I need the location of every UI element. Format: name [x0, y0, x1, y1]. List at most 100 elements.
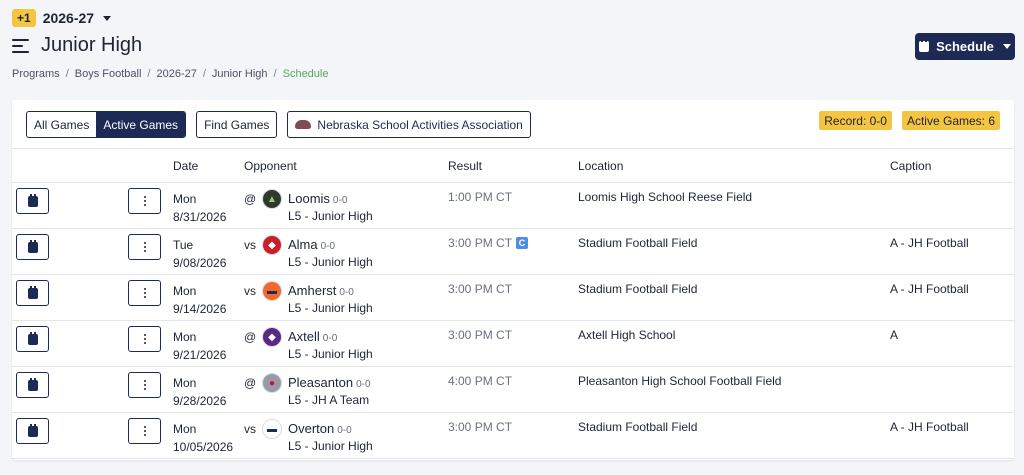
stats: Record: 0-0 Active Games: 6 [819, 111, 1000, 130]
more-options-button[interactable] [128, 188, 161, 214]
home-away-indicator: vs [244, 238, 256, 252]
opponent-level: L5 - Junior High [288, 209, 373, 223]
chevron-down-icon [1002, 44, 1011, 49]
season-label: 2026-27 [42, 10, 95, 26]
game-time: 4:00 PM CT [448, 374, 513, 388]
game-day: Mon [173, 284, 197, 298]
opponent-record: 0-0 [339, 287, 354, 298]
calendar-button[interactable] [16, 234, 49, 260]
more-options-button[interactable] [128, 372, 161, 398]
more-options-button[interactable] [128, 280, 161, 306]
games-filter-toggle: All Games Active Games [26, 111, 187, 138]
calendar-button[interactable] [16, 372, 49, 398]
wolf-logo-icon: ▲ [262, 189, 282, 209]
home-away-indicator: vs [244, 284, 256, 298]
breadcrumb: Programs / Boys Football/ 2026-27/ Junior… [12, 68, 329, 80]
game-location: Axtell High School [578, 328, 676, 342]
opponent-level: L5 - Junior High [288, 301, 373, 315]
schedule-dropdown-button[interactable]: Schedule [915, 33, 1015, 60]
calendar-icon [27, 239, 38, 253]
col-location: Location [578, 148, 890, 183]
page-title: Junior High [41, 34, 143, 56]
calendar-icon [27, 423, 38, 437]
game-location: Stadium Football Field [578, 282, 698, 296]
active-games-button[interactable]: Active Games [96, 112, 186, 137]
table-row: Mon 9/14/2026 vs ▬ Amherst 0-0 L5 - Junior Hig… [12, 274, 1014, 321]
conference-badge: C [516, 237, 529, 249]
game-day: Mon [173, 376, 197, 390]
calendar-icon [919, 39, 930, 52]
opponent-name[interactable]: Loomis [288, 191, 330, 206]
breadcrumb-program[interactable]: Boys Football [75, 68, 142, 80]
game-caption: A - JH Football [890, 420, 969, 434]
season-selector[interactable]: +1 2026-27 [12, 9, 112, 27]
breadcrumb-season[interactable]: 2026-27 [156, 68, 196, 80]
cardinal-logo-icon: ◆ [262, 235, 282, 255]
calendar-icon [27, 377, 38, 391]
table-row: Mon 10/05/2026 vs ▬ Overton 0-0 L5 - Junior Hi… [12, 412, 1014, 459]
breadcrumb-team[interactable]: Junior High [212, 68, 268, 80]
schedule-card: All Games Active Games Find Games Nebras… [12, 100, 1014, 460]
game-date: 8/31/2026 [173, 210, 227, 224]
opponent-level: L5 - Junior High [288, 255, 373, 269]
game-day: Mon [173, 192, 197, 206]
game-date: 9/14/2026 [173, 302, 227, 316]
calendar-button[interactable] [16, 418, 49, 444]
table-row: Mon 9/21/2026 @ ◆ Axtell 0-0 L5 - Junior High 3… [12, 320, 1014, 367]
more-options-button[interactable] [128, 418, 161, 444]
opponent-record: 0-0 [332, 195, 348, 206]
opponent-name[interactable]: Amherst [288, 283, 336, 298]
calendar-icon [27, 285, 38, 299]
all-games-button[interactable]: All Games [27, 112, 96, 137]
col-result: Result [448, 148, 578, 183]
game-time: 3:00 PM CT [448, 420, 513, 434]
game-day: Mon [173, 330, 197, 344]
opponent-name[interactable]: Pleasanton [288, 375, 353, 390]
menu-icon[interactable] [12, 38, 29, 53]
table-row: Tue 9/08/2026 vs ◆ Alma 0-0 L5 - Junior High 3:… [12, 228, 1014, 275]
game-time: 3:00 PM CT [448, 236, 513, 250]
calendar-button[interactable] [16, 188, 49, 214]
wildcat-logo-icon: ◆ [262, 327, 282, 347]
toolbar: All Games Active Games Find Games Nebras… [26, 111, 531, 138]
game-caption: A - JH Football [890, 282, 969, 296]
breadcrumb-programs[interactable]: Programs [12, 68, 60, 80]
kebab-icon [143, 380, 146, 390]
opponent-name[interactable]: Overton [288, 421, 334, 436]
kebab-icon [143, 426, 146, 436]
col-opponent: Opponent [244, 148, 448, 183]
game-day: Mon [173, 422, 197, 436]
calendar-icon [27, 331, 38, 345]
game-location: Stadium Football Field [578, 236, 698, 250]
season-offset-badge: +1 [12, 9, 36, 27]
bulldog-logo-icon: ● [262, 373, 282, 393]
nsaa-logo-icon [295, 120, 312, 129]
game-date: 10/05/2026 [173, 440, 234, 454]
record-badge: Record: 0-0 [819, 111, 892, 130]
game-location: Loomis High School Reese Field [578, 190, 753, 204]
col-caption: Caption [890, 148, 1014, 183]
kebab-icon [143, 242, 146, 252]
opponent-name[interactable]: Alma [288, 237, 318, 252]
games-table: Date Opponent Result Location Caption Mo… [12, 148, 1014, 459]
opponent-record: 0-0 [356, 379, 371, 390]
more-options-button[interactable] [128, 234, 161, 260]
opponent-name[interactable]: Axtell [288, 329, 320, 344]
opponent-record: 0-0 [337, 425, 352, 436]
game-caption: A [890, 328, 899, 342]
game-time: 3:00 PM CT [448, 282, 513, 296]
calendar-button[interactable] [16, 280, 49, 306]
calendar-button[interactable] [16, 326, 49, 352]
game-caption: A - JH Football [890, 236, 969, 250]
find-games-button[interactable]: Find Games [196, 111, 278, 138]
calendar-icon [27, 193, 38, 207]
game-date: 9/21/2026 [173, 348, 227, 362]
nsaa-button[interactable]: Nebraska School Activities Association [287, 111, 531, 138]
more-options-button[interactable] [128, 326, 161, 352]
schedule-button-label: Schedule [936, 39, 994, 54]
game-time: 3:00 PM CT [448, 328, 513, 342]
kebab-icon [143, 288, 146, 298]
game-date: 9/28/2026 [173, 394, 227, 408]
chevron-down-icon [103, 15, 112, 21]
title-bar: Junior High [12, 34, 142, 57]
